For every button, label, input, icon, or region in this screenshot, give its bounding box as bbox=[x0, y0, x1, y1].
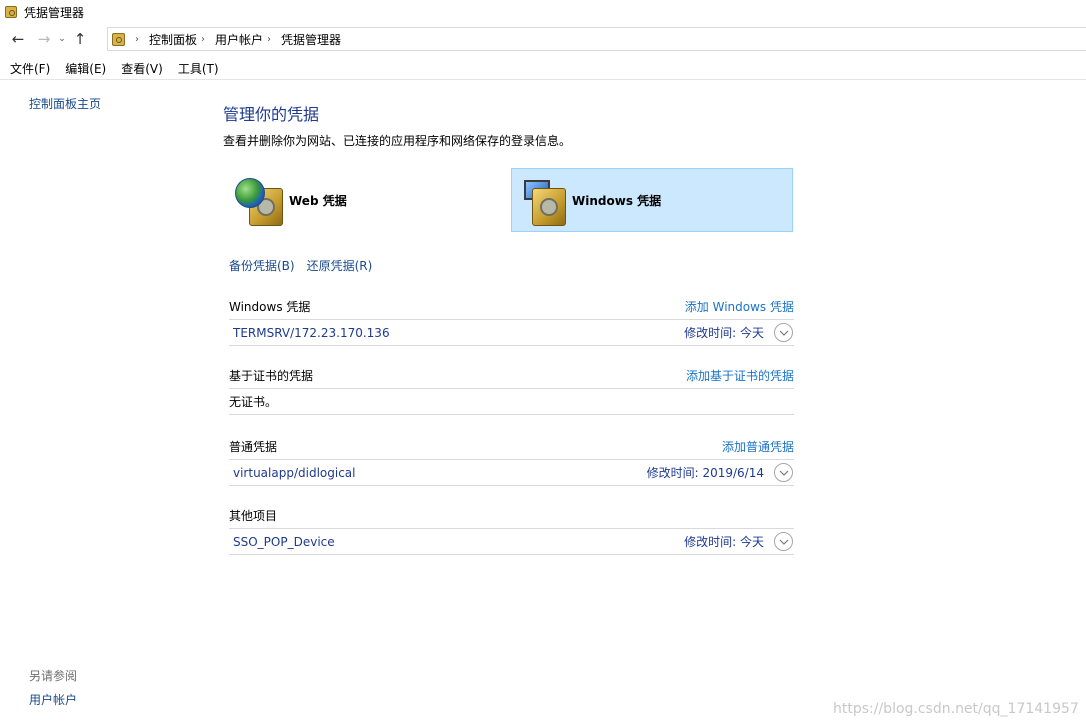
section-title: 其他项目 bbox=[229, 508, 278, 523]
add-generic-credential-link[interactable]: 添加普通凭据 bbox=[722, 438, 794, 455]
credential-name: TERMSRV/172.23.170.136 bbox=[233, 325, 390, 340]
windows-credential-vault-icon bbox=[516, 172, 568, 228]
chevron-right-icon[interactable]: › bbox=[201, 34, 205, 45]
credential-row[interactable]: virtualapp/didlogical 修改时间: 2019/6/14 bbox=[229, 459, 794, 486]
credential-manager-icon bbox=[112, 32, 125, 46]
breadcrumb-user-accounts[interactable]: 用户帐户 bbox=[215, 31, 263, 48]
expand-chevron-icon[interactable] bbox=[774, 323, 793, 342]
user-accounts-link[interactable]: 用户帐户 bbox=[29, 691, 77, 708]
breadcrumb-credential-manager[interactable]: 凭据管理器 bbox=[281, 31, 341, 48]
modified-time: 修改时间: 2019/6/14 bbox=[646, 466, 764, 480]
menu-tools[interactable]: 工具(T) bbox=[173, 60, 224, 77]
web-credentials-tile[interactable]: Web 凭据 bbox=[229, 168, 509, 232]
web-credentials-label: Web 凭据 bbox=[289, 193, 347, 208]
section-certificate-credentials: 基于证书的凭据 添加基于证书的凭据 bbox=[229, 365, 794, 385]
modified-time: 修改时间: 今天 bbox=[684, 535, 764, 549]
credential-row[interactable]: TERMSRV/172.23.170.136 修改时间: 今天 bbox=[229, 319, 794, 346]
backup-restore-links: 备份凭据(B) 还原凭据(R) bbox=[229, 257, 372, 274]
no-certificates-text: 无证书。 bbox=[229, 395, 278, 409]
recent-locations-chevron-icon[interactable]: ⌄ bbox=[55, 28, 69, 50]
up-arrow-icon[interactable]: ↑ bbox=[69, 28, 91, 50]
control-panel-home-link[interactable]: 控制面板主页 bbox=[29, 95, 101, 112]
back-arrow-icon[interactable]: ← bbox=[7, 28, 29, 50]
expand-chevron-icon[interactable] bbox=[774, 532, 793, 551]
restore-credentials-link[interactable]: 还原凭据(R) bbox=[307, 257, 373, 274]
window-title: 凭据管理器 bbox=[24, 5, 85, 20]
modified-time: 修改时间: 今天 bbox=[684, 326, 764, 340]
credential-name: SSO_POP_Device bbox=[233, 534, 335, 549]
credential-manager-icon bbox=[5, 6, 17, 18]
add-certificate-credential-link[interactable]: 添加基于证书的凭据 bbox=[686, 367, 794, 384]
page-description: 查看并删除你为网站、已连接的应用程序和网络保存的登录信息。 bbox=[223, 134, 572, 148]
forward-arrow-icon[interactable]: → bbox=[33, 28, 55, 50]
section-windows-credentials: Windows 凭据 添加 Windows 凭据 bbox=[229, 296, 794, 316]
add-windows-credential-link[interactable]: 添加 Windows 凭据 bbox=[685, 298, 794, 315]
expand-chevron-icon[interactable] bbox=[774, 463, 793, 482]
title-bar: 凭据管理器 bbox=[0, 0, 1086, 24]
section-title: 基于证书的凭据 bbox=[229, 368, 314, 383]
page-title: 管理你的凭据 bbox=[223, 105, 320, 124]
section-title: 普通凭据 bbox=[229, 439, 278, 454]
address-bar[interactable]: › 控制面板 › 用户帐户 › 凭据管理器 bbox=[107, 27, 1086, 51]
credential-row[interactable]: SSO_POP_Device 修改时间: 今天 bbox=[229, 528, 794, 555]
windows-credentials-label: Windows 凭据 bbox=[572, 193, 662, 208]
section-title: Windows 凭据 bbox=[229, 299, 311, 314]
breadcrumb-control-panel[interactable]: 控制面板 bbox=[149, 31, 197, 48]
see-also-heading: 另请参阅 bbox=[29, 669, 78, 683]
menu-bar: 文件(F) 编辑(E) 查看(V) 工具(T) bbox=[0, 58, 1086, 80]
empty-certificate-row: 无证书。 bbox=[229, 388, 794, 415]
windows-credentials-tile[interactable]: Windows 凭据 bbox=[511, 168, 793, 232]
section-generic-credentials: 普通凭据 添加普通凭据 bbox=[229, 436, 794, 456]
chevron-right-icon[interactable]: › bbox=[135, 34, 139, 45]
watermark-text: https://blog.csdn.net/qq_17141957 bbox=[833, 701, 1079, 717]
navigation-bar: ← → ⌄ ↑ › 控制面板 › 用户帐户 › 凭据管理器 bbox=[0, 26, 1086, 52]
chevron-right-icon[interactable]: › bbox=[267, 34, 271, 45]
section-other-items: 其他项目 bbox=[229, 505, 794, 525]
web-credential-vault-icon bbox=[233, 172, 285, 228]
credential-name: virtualapp/didlogical bbox=[233, 465, 356, 480]
menu-view[interactable]: 查看(V) bbox=[116, 60, 168, 77]
menu-edit[interactable]: 编辑(E) bbox=[60, 60, 111, 77]
menu-file[interactable]: 文件(F) bbox=[5, 60, 55, 77]
backup-credentials-link[interactable]: 备份凭据(B) bbox=[229, 257, 295, 274]
